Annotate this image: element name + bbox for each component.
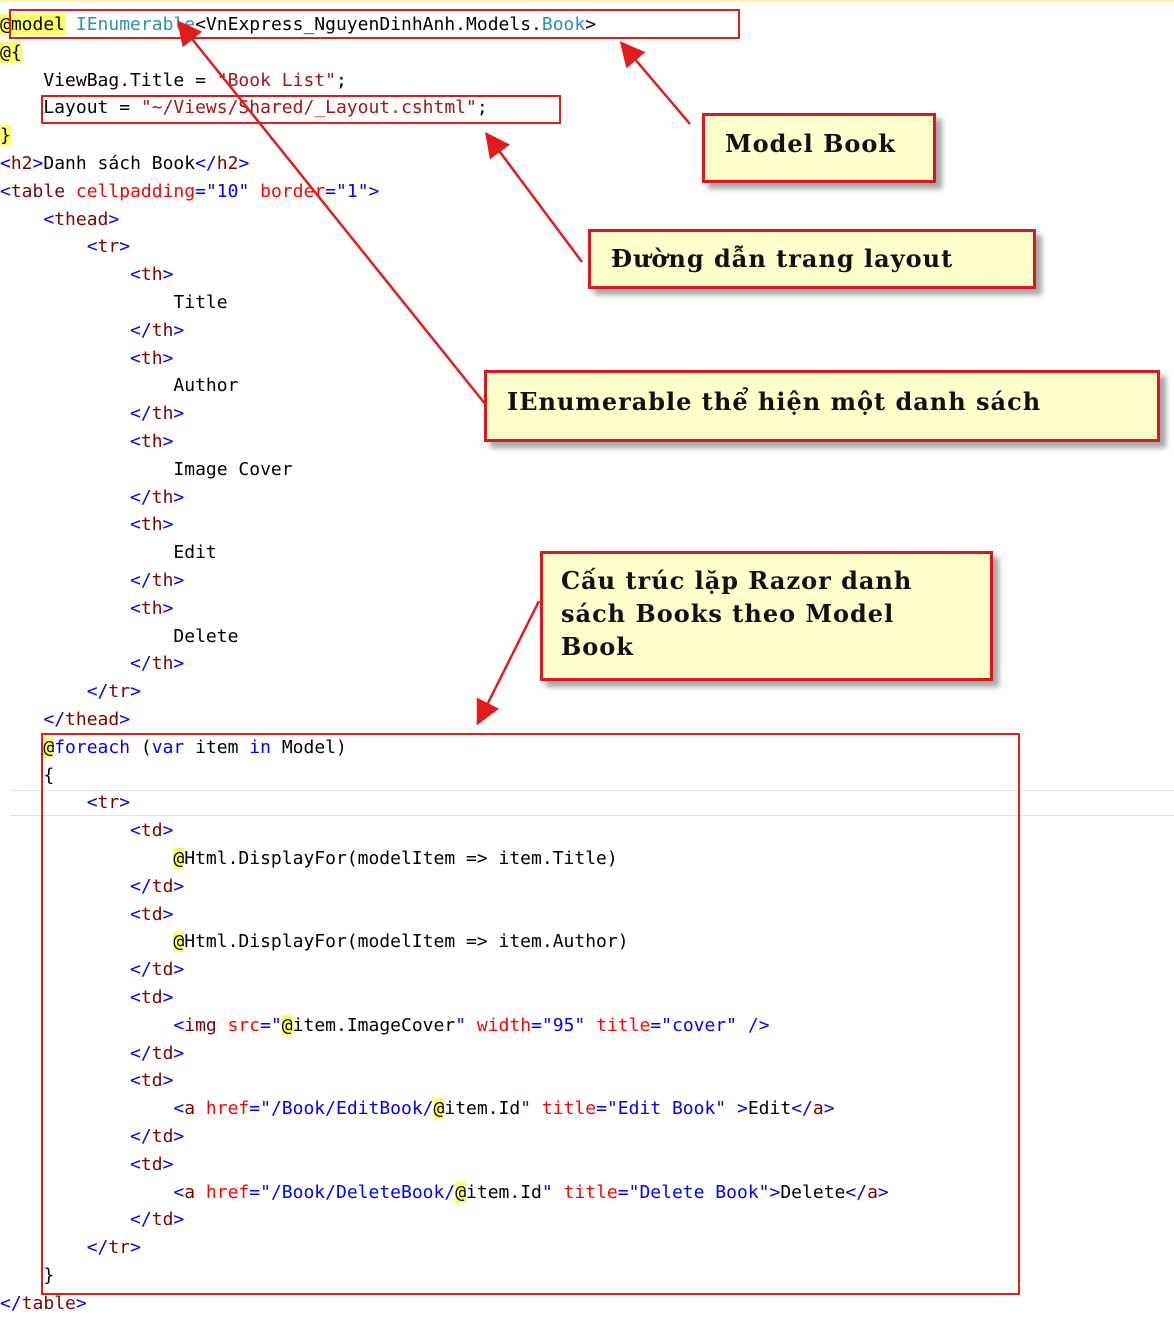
arrow-to-model	[619, 41, 691, 125]
arrow-to-ienumerable	[176, 20, 487, 406]
arrow-to-foreach	[476, 600, 541, 726]
annotation-arrows	[176, 20, 691, 726]
arrow-to-layout	[485, 131, 584, 263]
